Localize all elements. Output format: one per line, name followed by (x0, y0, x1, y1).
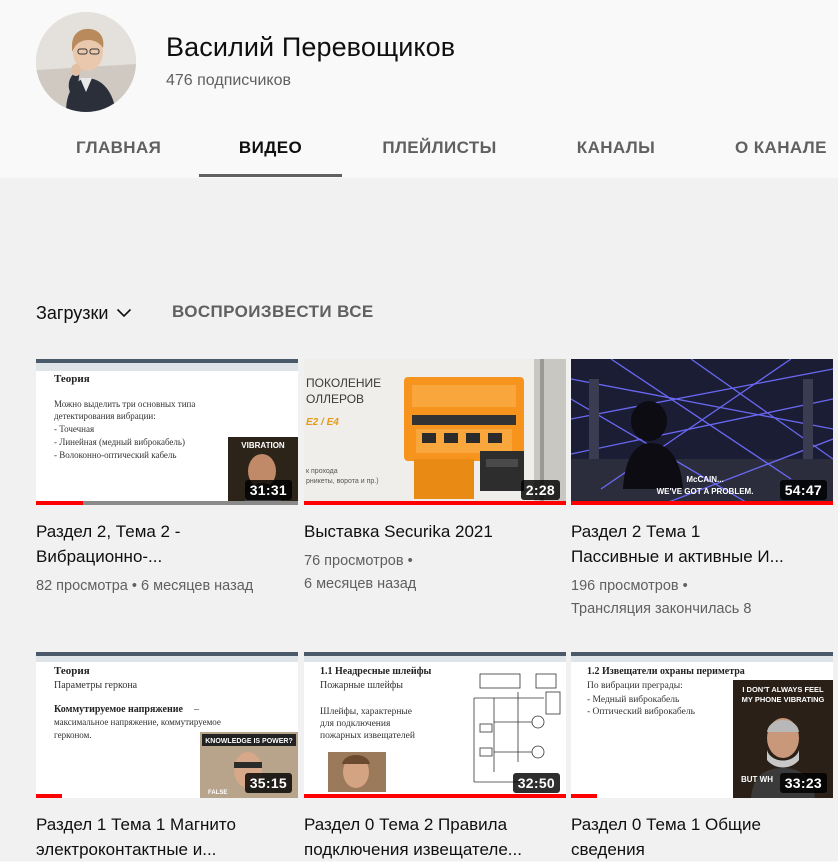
video-title[interactable]: Раздел 0 Тема 1 Общие сведения (571, 812, 833, 862)
video-thumbnail[interactable]: Теория Можно выделить три основных типа … (36, 359, 298, 505)
watch-progress-bar (36, 501, 84, 505)
svg-text:BUT WH: BUT WH (741, 775, 773, 784)
channel-avatar[interactable] (36, 12, 136, 112)
video-duration: 32:50 (512, 773, 560, 793)
svg-text:ОЛЛЕРОВ: ОЛЛЕРОВ (306, 392, 364, 406)
watch-progress-bar (36, 794, 63, 798)
video-metadata: 76 просмотров • 6 месяцев назад (304, 550, 566, 596)
video-card: 1.1 Неадресные шлейфы Пожарные шлейфы Шл… (304, 652, 566, 862)
channel-tabs: ГЛАВНАЯ ВИДЕО ПЛЕЙЛИСТЫ КАНАЛЫ О КАНАЛЕ (0, 118, 838, 178)
svg-text:- Линейная (медный виброкабе: - Линейная (медный виброкабель) (54, 437, 185, 447)
tab-playlists[interactable]: ПЛЕЙЛИСТЫ (382, 118, 497, 178)
svg-text:детектирования вибрации:: детектирования вибрации: (54, 411, 156, 421)
video-card: Теория Можно выделить три основных типа … (36, 359, 298, 598)
svg-text:Коммутируемое напряжение: Коммутируемое напряжение (54, 704, 183, 715)
svg-text:для подключения: для подключения (320, 719, 391, 729)
video-meta-line: 196 просмотров • (571, 578, 688, 594)
video-title-line: электроконтактные и... (36, 840, 217, 859)
tab-home[interactable]: ГЛАВНАЯ (76, 118, 161, 178)
svg-text:герконом.: герконом. (54, 730, 92, 740)
watch-progress-bar (571, 501, 833, 505)
video-title[interactable]: Раздел 0 Тема 2 Правила подключения изве… (304, 812, 566, 862)
video-duration: 2:28 (520, 480, 560, 500)
video-thumbnail[interactable]: ПОКОЛЕНИЕ ОЛЛЕРОВ E2 / E4 к прохода рник… (304, 359, 566, 505)
svg-text:KNOWLEDGE IS POWER?: KNOWLEDGE IS POWER? (205, 738, 293, 745)
svg-text:максимальное напряжение, комму: максимальное напряжение, коммутируемое (54, 717, 221, 727)
svg-text:пожарных извещателей: пожарных извещателей (320, 730, 415, 741)
svg-text:к прохода: к прохода (306, 468, 338, 475)
svg-text:ПОКОЛЕНИЕ: ПОКОЛЕНИЕ (306, 376, 381, 390)
sort-dropdown[interactable]: Загрузки (36, 301, 132, 325)
video-title-line: сведения (571, 840, 645, 859)
svg-text:- Точечная: - Точечная (54, 424, 94, 434)
video-meta-line: 6 месяцев назад (304, 576, 417, 592)
channel-header: Василий Перевощиков 476 подписчиков ГЛАВ… (0, 0, 838, 178)
avatar-portrait-icon (36, 12, 136, 112)
video-title-line: Раздел 2, Тема 2 - (36, 522, 181, 541)
video-title-line: подключения извещателе... (304, 840, 522, 859)
tab-about[interactable]: О КАНАЛЕ (735, 118, 838, 178)
svg-text:McCAIN...: McCAIN... (686, 475, 723, 484)
svg-text:Пожарные шлейфы: Пожарные шлейфы (320, 680, 403, 691)
video-duration: 35:15 (244, 773, 292, 793)
svg-text:рникеты, ворота и пр.): рникеты, ворота и пр.) (306, 478, 379, 485)
tab-videos[interactable]: ВИДЕО (199, 118, 342, 178)
svg-text:FALSE: FALSE (208, 790, 227, 796)
channel-name: Василий Перевощиков (166, 32, 456, 62)
play-all-button[interactable]: ВОСПРОИЗВЕСТИ ВСЕ (172, 302, 374, 322)
svg-text:- Медный виброкабель: - Медный виброкабель (587, 694, 680, 705)
video-card: Теория Параметры геркона Коммутируемое н… (36, 652, 298, 862)
video-meta-line: 82 просмотра • 6 месяцев назад (36, 578, 254, 594)
video-title[interactable]: Раздел 2 Тема 1 Пассивные и активные И..… (571, 519, 833, 569)
video-title[interactable]: Раздел 2, Тема 2 - Вибрационно-... (36, 519, 298, 569)
video-title-line: Раздел 0 Тема 1 Общие (571, 815, 761, 834)
video-title-line: Раздел 0 Тема 2 Правила (304, 815, 508, 834)
svg-text:Параметры геркона: Параметры геркона (54, 680, 138, 691)
svg-text:Можно выделить три основных ти: Можно выделить три основных типа (54, 399, 195, 409)
video-meta-line: Трансляция закончилась 8 (571, 601, 752, 617)
video-title-line: Раздел 2 Тема 1 (571, 522, 701, 541)
video-metadata: 82 просмотра • 6 месяцев назад (36, 575, 298, 598)
video-title-line: Раздел 1 Тема 1 Магнито (36, 815, 236, 834)
video-title-line: Вибрационно-... (36, 547, 163, 566)
video-thumbnail[interactable]: 1.1 Неадресные шлейфы Пожарные шлейфы Шл… (304, 652, 566, 798)
video-duration: 31:31 (244, 480, 292, 500)
svg-text:I DON'T ALWAYS FEEL: I DON'T ALWAYS FEEL (742, 685, 824, 694)
svg-text:–: – (193, 704, 200, 715)
video-duration: 33:23 (779, 773, 827, 793)
video-card: McCAIN... WE'VE GOT A PROBLEM. 54:47 Раз… (571, 359, 833, 621)
active-tab-indicator (199, 174, 342, 177)
svg-text:1.1 Неадресные шлейфы: 1.1 Неадресные шлейфы (320, 666, 432, 677)
watch-progress-bar (304, 794, 566, 798)
svg-text:Шлейфы, характерные: Шлейфы, характерные (320, 706, 412, 717)
video-title[interactable]: Выставка Securika 2021 (304, 519, 566, 544)
video-duration: 54:47 (779, 480, 827, 500)
video-metadata: 196 просмотров • Трансляция закончилась … (571, 575, 833, 621)
svg-text:1.2 Извещатели охраны периметр: 1.2 Извещатели охраны периметра (587, 666, 745, 677)
svg-text:WE'VE GOT A PROBLEM.: WE'VE GOT A PROBLEM. (657, 487, 754, 496)
svg-text:Теория: Теория (54, 373, 90, 385)
video-title-line: Выставка Securika 2021 (304, 522, 493, 541)
svg-text:VIBRATION: VIBRATION (241, 441, 285, 450)
subscriber-count: 476 подписчиков (166, 72, 291, 89)
chevron-down-icon (117, 308, 132, 318)
tab-channels[interactable]: КАНАЛЫ (576, 118, 656, 178)
svg-text:По вибрации преграды:: По вибрации преграды: (587, 680, 683, 691)
video-card: ПОКОЛЕНИЕ ОЛЛЕРОВ E2 / E4 к прохода рник… (304, 359, 566, 596)
video-thumbnail[interactable]: McCAIN... WE'VE GOT A PROBLEM. 54:47 (571, 359, 833, 505)
svg-text:- Волоконно-оптический кабел: - Волоконно-оптический кабель (54, 450, 177, 460)
svg-text:E2 / E4: E2 / E4 (306, 417, 339, 428)
watch-progress-bar (304, 501, 566, 505)
video-thumbnail[interactable]: 1.2 Извещатели охраны периметра По вибра… (571, 652, 833, 798)
sort-label: Загрузки (36, 302, 109, 323)
video-title-line: Пассивные и активные И... (571, 547, 784, 566)
svg-text:Теория: Теория (54, 665, 90, 677)
video-title[interactable]: Раздел 1 Тема 1 Магнито электроконтактны… (36, 812, 298, 862)
video-thumbnail[interactable]: Теория Параметры геркона Коммутируемое н… (36, 652, 298, 798)
video-meta-line: 76 просмотров • (304, 553, 413, 569)
svg-text:MY PHONE VIBRATING: MY PHONE VIBRATING (742, 695, 825, 704)
watch-progress-bar (571, 794, 598, 798)
svg-text:- Оптический виброкабель: - Оптический виброкабель (587, 706, 696, 717)
video-card: 1.2 Извещатели охраны периметра По вибра… (571, 652, 833, 862)
